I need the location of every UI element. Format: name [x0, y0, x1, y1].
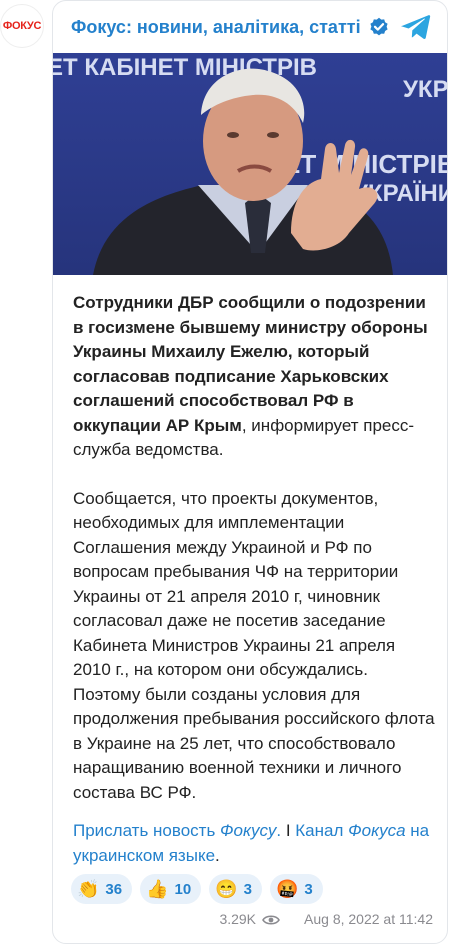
post-header: Фокус: новини, аналітика, статті	[53, 1, 447, 53]
post-paragraph-2: Сообщается, что проекты документов, необ…	[73, 488, 435, 802]
telegram-icon[interactable]	[401, 13, 431, 41]
reactions-bar: 👏 36 👍 10 😁 3 🤬 3	[71, 874, 323, 904]
send-news-link[interactable]: Прислать новость Фокусу.	[73, 821, 281, 840]
views-count: 3.29K	[219, 911, 257, 927]
post-date[interactable]: Aug 8, 2022 at 11:42	[304, 911, 433, 927]
post-meta: 3.29K Aug 8, 2022 at 11:42	[219, 911, 433, 927]
reaction-count: 3	[304, 880, 313, 898]
link-separator: I	[281, 821, 296, 840]
thumbs-up-icon: 👍	[146, 879, 169, 899]
reaction-thumbs-up[interactable]: 👍 10	[140, 874, 202, 904]
eye-icon	[262, 913, 280, 925]
post-body: Сотрудники ДБР сообщили о подозрении в г…	[73, 291, 435, 805]
post-paragraph-1: Сотрудники ДБР сообщили о подозрении в г…	[73, 291, 435, 463]
channel-name[interactable]: Фокус: новини, аналітика, статті	[71, 17, 361, 38]
grin-icon: 😁	[215, 879, 238, 899]
reaction-grin[interactable]: 😁 3	[209, 874, 262, 904]
swearing-face-icon: 🤬	[275, 879, 299, 899]
links-end: .	[215, 845, 220, 865]
reaction-count: 36	[105, 880, 123, 898]
banner-text-2: УКРА	[403, 76, 448, 103]
verified-icon	[369, 17, 389, 37]
reaction-count: 10	[174, 880, 192, 898]
post-photo[interactable]: ЕТ КАБІНЕТ МІНІСТРІВ УКРА ЕТ МІНІСТРІВ У…	[53, 53, 448, 275]
avatar-logo-text: ФОКУС	[2, 20, 42, 32]
post-card: Фокус: новини, аналітика, статті ЕТ КАБІ…	[52, 0, 448, 944]
reaction-swearing[interactable]: 🤬 3	[269, 874, 323, 904]
clap-icon: 👏	[77, 879, 100, 899]
post-bold-text: Сотрудники ДБР сообщили о подозрении в г…	[73, 293, 428, 435]
channel-avatar[interactable]: ФОКУС	[0, 4, 44, 48]
post-links: Прислать новость Фокусу. I Канал Фокуса …	[73, 819, 435, 868]
reaction-clap[interactable]: 👏 36	[71, 874, 133, 904]
reaction-count: 3	[243, 880, 252, 898]
